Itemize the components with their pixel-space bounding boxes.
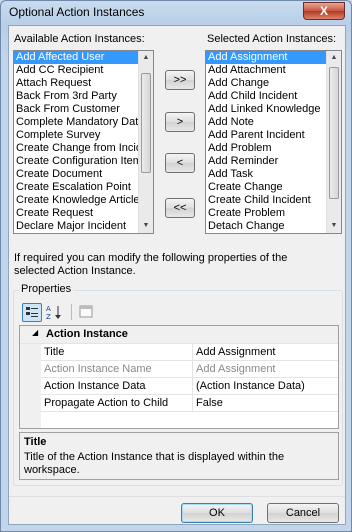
category-label: Action Instance bbox=[46, 328, 128, 340]
info-text-line1: If required you can modify the following… bbox=[14, 252, 288, 264]
alphabetical-sort-icon[interactable]: A Z bbox=[44, 303, 64, 322]
property-name: Title bbox=[41, 344, 193, 361]
scroll-thumb[interactable] bbox=[141, 73, 151, 173]
available-list-item[interactable]: Create Knowledge Article bbox=[14, 194, 153, 207]
window-title: Optional Action Instances bbox=[9, 5, 145, 19]
collapse-icon[interactable]: ◢ bbox=[32, 328, 38, 337]
available-list-item[interactable]: Back From Customer bbox=[14, 103, 153, 116]
cancel-button[interactable]: Cancel bbox=[267, 503, 339, 523]
properties-group-label: Properties bbox=[19, 283, 74, 295]
available-list-item[interactable]: Create Change from Incident bbox=[14, 142, 153, 155]
svg-text:Z: Z bbox=[46, 313, 51, 321]
available-list-item[interactable]: Add CC Recipient bbox=[14, 64, 153, 77]
selected-list-item[interactable]: Add Task bbox=[206, 168, 341, 181]
close-button[interactable]: X bbox=[303, 2, 345, 20]
available-list-item[interactable]: Complete Mandatory Data bbox=[14, 116, 153, 129]
scroll-up-arrow-icon[interactable]: ▲ bbox=[139, 51, 153, 65]
available-list-item[interactable]: Add Affected User bbox=[14, 51, 153, 64]
property-name: Action Instance Data bbox=[41, 378, 193, 395]
selected-label: Selected Action Instances: bbox=[207, 33, 337, 45]
remove-all-button[interactable]: << bbox=[165, 198, 195, 218]
categorized-icon[interactable] bbox=[22, 303, 42, 322]
available-list-item[interactable]: Create Document bbox=[14, 168, 153, 181]
scroll-down-arrow-icon[interactable]: ▼ bbox=[327, 219, 341, 233]
title-bar[interactable]: Optional Action Instances X bbox=[1, 1, 351, 25]
property-value[interactable]: Add Assignment bbox=[193, 344, 338, 361]
toolbar-separator bbox=[71, 304, 72, 320]
property-value[interactable]: False bbox=[193, 395, 338, 412]
selected-list-item[interactable]: Add Child Incident bbox=[206, 90, 341, 103]
available-list-item[interactable]: Create Request bbox=[14, 207, 153, 220]
property-pages-icon[interactable] bbox=[77, 303, 95, 321]
description-title: Title bbox=[24, 436, 47, 448]
category-row[interactable]: ◢ Action Instance bbox=[20, 326, 338, 344]
available-list-item[interactable]: Back From 3rd Party bbox=[14, 90, 153, 103]
available-list[interactable]: Add Affected User Add CC Recipient Attach … bbox=[13, 50, 154, 234]
property-grid[interactable]: ◢ Action Instance Title Add Assignment Act… bbox=[19, 325, 339, 429]
add-button[interactable]: > bbox=[165, 112, 195, 132]
selected-list-item[interactable]: Add Attachment bbox=[206, 64, 341, 77]
remove-button[interactable]: < bbox=[165, 153, 195, 173]
selected-list-item[interactable]: Detach Change bbox=[206, 220, 341, 233]
scroll-thumb[interactable] bbox=[329, 67, 339, 199]
description-text-line2: workspace. bbox=[24, 464, 80, 476]
add-all-button[interactable]: >> bbox=[165, 70, 195, 90]
selected-list-item[interactable]: Add Change bbox=[206, 77, 341, 90]
selected-list-item[interactable]: Create Problem bbox=[206, 207, 341, 220]
selected-list-item[interactable]: Create Child Incident bbox=[206, 194, 341, 207]
selected-list-item[interactable]: Add Note bbox=[206, 116, 341, 129]
selected-list-item[interactable]: Add Assignment bbox=[206, 51, 341, 64]
ok-button[interactable]: OK bbox=[181, 503, 253, 523]
available-label: Available Action Instances: bbox=[14, 33, 145, 45]
description-panel: Title Title of the Action Instance that … bbox=[19, 432, 339, 480]
dialog-client: Available Action Instances: Add Affected… bbox=[8, 25, 346, 525]
property-name: Action Instance Name bbox=[41, 361, 193, 378]
property-row[interactable]: Propagate Action to Child False bbox=[41, 395, 338, 412]
selected-list-item[interactable]: Add Parent Incident bbox=[206, 129, 341, 142]
property-toolbar: A Z bbox=[19, 302, 93, 322]
selected-list-item[interactable]: Add Reminder bbox=[206, 155, 341, 168]
property-name: Propagate Action to Child bbox=[41, 395, 193, 412]
scroll-down-arrow-icon[interactable]: ▼ bbox=[139, 219, 153, 233]
available-list-item[interactable]: Complete Survey bbox=[14, 129, 153, 142]
dialog-window: Optional Action Instances X Available Ac… bbox=[0, 0, 352, 532]
selected-list-item[interactable]: Create Change bbox=[206, 181, 341, 194]
property-row[interactable]: Action Instance Name Add Assignment bbox=[41, 361, 338, 378]
available-scrollbar[interactable]: ▲ ▼ bbox=[138, 51, 153, 233]
property-value[interactable]: (Action Instance Data) bbox=[193, 378, 338, 395]
info-text-line2: selected Action Instance. bbox=[14, 265, 136, 277]
scroll-up-arrow-icon[interactable]: ▲ bbox=[327, 51, 341, 65]
property-value: Add Assignment bbox=[193, 361, 338, 378]
selected-list[interactable]: Add Assignment Add Attachment Add Change Ad… bbox=[205, 50, 342, 234]
property-row[interactable]: Action Instance Data (Action Instance Dat… bbox=[41, 378, 338, 395]
available-list-item[interactable]: Create Configuration Item bbox=[14, 155, 153, 168]
svg-text:A: A bbox=[46, 305, 51, 313]
available-list-item[interactable]: Create Escalation Point bbox=[14, 181, 153, 194]
property-row[interactable]: Title Add Assignment bbox=[41, 344, 338, 361]
available-list-item[interactable]: Attach Request bbox=[14, 77, 153, 90]
selected-scrollbar[interactable]: ▲ ▼ bbox=[326, 51, 341, 233]
available-list-item[interactable]: Declare Major Incident bbox=[14, 220, 153, 233]
selected-list-item[interactable]: Add Problem bbox=[206, 142, 341, 155]
grid-gutter bbox=[20, 344, 41, 428]
selected-list-item[interactable]: Add Linked Knowledge bbox=[206, 103, 341, 116]
description-text-line1: Title of the Action Instance that is dis… bbox=[24, 451, 285, 463]
